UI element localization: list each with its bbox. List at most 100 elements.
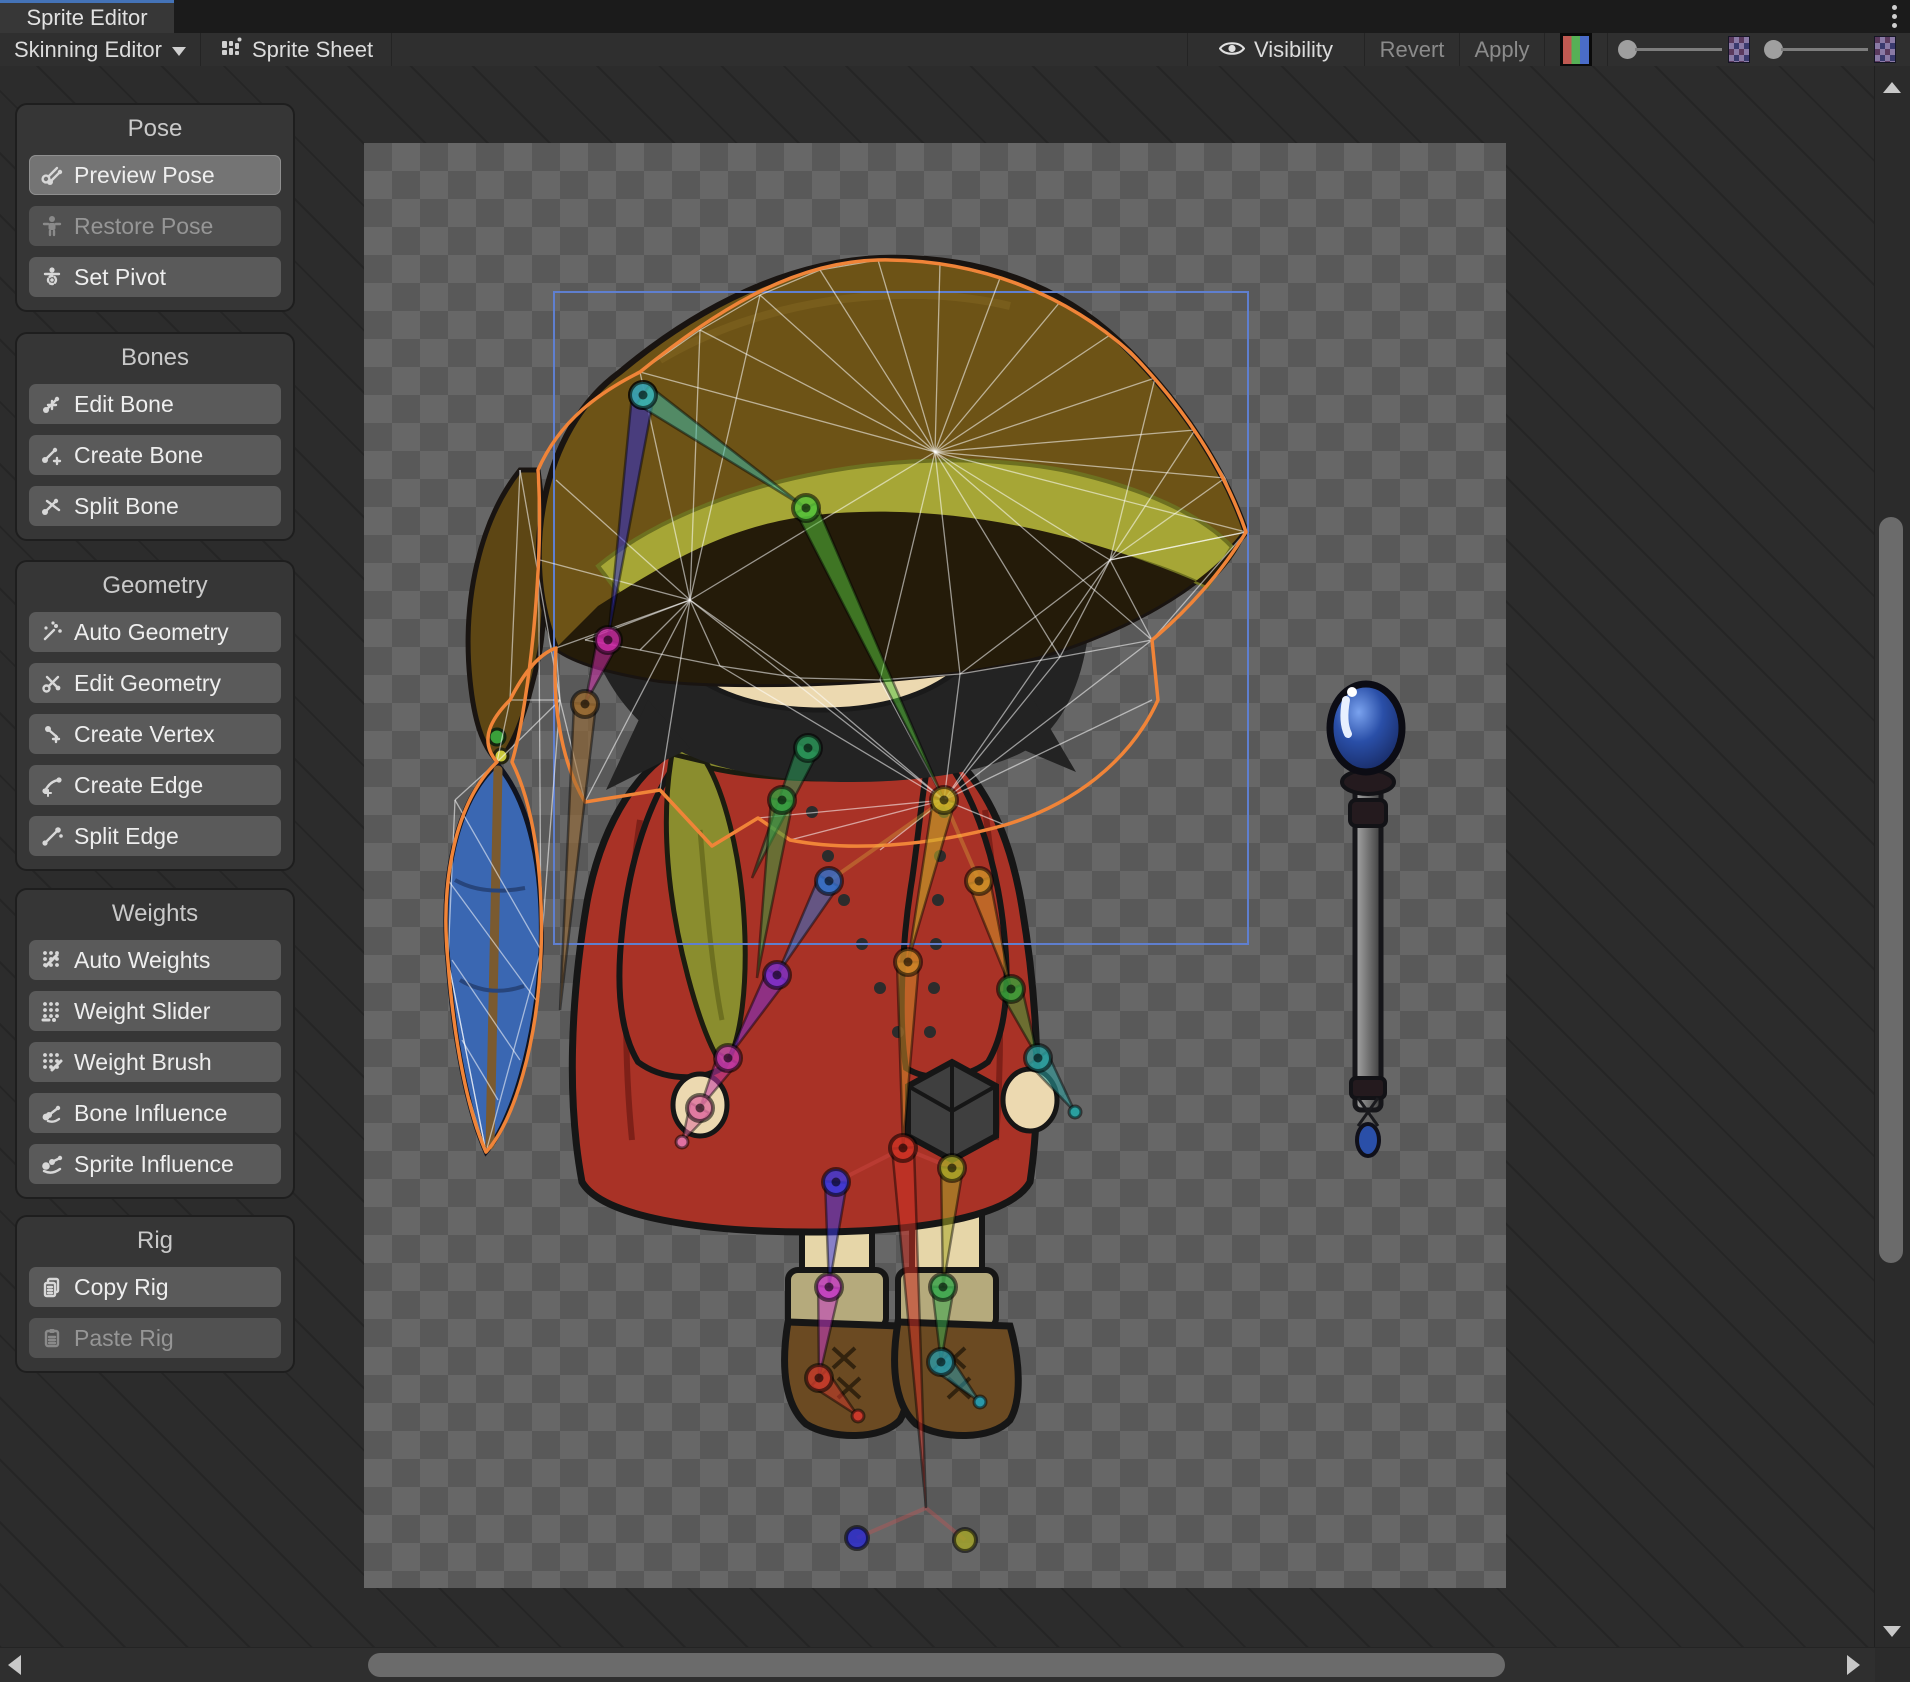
auto-geometry-icon	[39, 619, 65, 645]
auto-weights-icon	[39, 947, 65, 973]
mesh-opacity-slider[interactable]	[1764, 40, 1868, 59]
button-label: Bone Influence	[74, 1100, 227, 1127]
panel-title: Rig	[29, 1227, 281, 1255]
restore-pose-icon	[39, 213, 65, 239]
button-label: Set Pivot	[74, 264, 166, 291]
panel-weights: Weights Auto Weights Weight Slider Weight B…	[15, 888, 295, 1199]
create-edge-button[interactable]: Create Edge	[29, 765, 281, 805]
visibility-label: Visibility	[1254, 37, 1333, 63]
bone-influence-icon	[39, 1100, 65, 1126]
auto-geometry-button[interactable]: Auto Geometry	[29, 612, 281, 652]
sprite-influence-icon	[39, 1151, 65, 1177]
split-edge-icon	[39, 823, 65, 849]
panel-bones: Bones Edit Bone Create Bone Split Bone	[15, 332, 295, 541]
kebab-menu-icon[interactable]	[1890, 5, 1898, 28]
weight-brush-icon	[39, 1049, 65, 1075]
auto-weights-button[interactable]: Auto Weights	[29, 940, 281, 980]
button-label: Create Edge	[74, 772, 203, 799]
panel-rig: Rig Copy Rig Paste Rig	[15, 1215, 295, 1373]
button-label: Preview Pose	[74, 162, 215, 189]
tab-bar: Sprite Editor	[0, 0, 1910, 33]
canvas-area: Pose Preview Pose Restore Pose Set Pivot Bon…	[0, 66, 1910, 1648]
bone-opacity-slider[interactable]	[1618, 40, 1722, 59]
eye-icon	[1219, 37, 1245, 63]
tab-title: Sprite Editor	[26, 5, 147, 31]
skinning-editor-dropdown[interactable]: Skinning Editor	[0, 33, 200, 66]
bone-influence-button[interactable]: Bone Influence	[29, 1093, 281, 1133]
toolbar: Skinning Editor Sprite Sheet Visibility	[0, 33, 1910, 67]
preview-pose-button[interactable]: Preview Pose	[29, 155, 281, 195]
sprite-sheet-grid-icon	[219, 35, 243, 65]
paste-rig-icon	[39, 1325, 65, 1351]
create-bone-icon	[39, 442, 65, 468]
split-edge-button[interactable]: Split Edge	[29, 816, 281, 856]
button-label: Weight Brush	[74, 1049, 212, 1076]
create-vertex-icon	[39, 721, 65, 747]
opacity-sliders	[1608, 33, 1910, 66]
slider-track[interactable]	[1781, 48, 1868, 51]
panel-title: Pose	[29, 115, 281, 143]
scroll-left-icon[interactable]	[8, 1655, 21, 1675]
horizontal-scrollbar[interactable]	[0, 1647, 1910, 1682]
copy-rig-button[interactable]: Copy Rig	[29, 1267, 281, 1307]
rgb-swatch-icon[interactable]	[1560, 33, 1592, 67]
bone-opacity-checker-icon	[1728, 36, 1750, 63]
panel-pose: Pose Preview Pose Restore Pose Set Pivot	[15, 103, 295, 312]
split-bone-icon	[39, 493, 65, 519]
create-vertex-button[interactable]: Create Vertex	[29, 714, 281, 754]
sprite-influence-button[interactable]: Sprite Influence	[29, 1144, 281, 1184]
set-pivot-button[interactable]: Set Pivot	[29, 257, 281, 297]
edit-bone-icon	[39, 391, 65, 417]
button-label: Split Edge	[74, 823, 179, 850]
panel-title: Weights	[29, 900, 281, 928]
weight-slider-button[interactable]: Weight Slider	[29, 991, 281, 1031]
copy-rig-icon	[39, 1274, 65, 1300]
sprite-sheet-button[interactable]: Sprite Sheet	[201, 33, 391, 66]
button-label: Split Bone	[74, 493, 179, 520]
sprite-sheet-label: Sprite Sheet	[252, 37, 373, 63]
edit-geometry-icon	[39, 670, 65, 696]
split-bone-button[interactable]: Split Bone	[29, 486, 281, 526]
panel-title: Geometry	[29, 572, 281, 600]
scroll-down-icon[interactable]	[1883, 1626, 1901, 1637]
button-label: Edit Bone	[74, 391, 174, 418]
set-pivot-icon	[39, 264, 65, 290]
create-edge-icon	[39, 772, 65, 798]
button-label: Auto Geometry	[74, 619, 229, 646]
chevron-down-icon	[172, 47, 186, 56]
button-label: Auto Weights	[74, 947, 210, 974]
preview-pose-icon	[39, 162, 65, 188]
weight-brush-button[interactable]: Weight Brush	[29, 1042, 281, 1082]
button-label: Create Vertex	[74, 721, 215, 748]
restore-pose-button: Restore Pose	[29, 206, 281, 246]
button-label: Weight Slider	[74, 998, 210, 1025]
horizontal-scroll-thumb[interactable]	[368, 1653, 1505, 1677]
button-label: Create Bone	[74, 442, 203, 469]
scroll-up-icon[interactable]	[1883, 82, 1901, 93]
button-label: Edit Geometry	[74, 670, 221, 697]
edit-bone-button[interactable]: Edit Bone	[29, 384, 281, 424]
visibility-button[interactable]: Visibility	[1188, 33, 1364, 66]
button-label: Sprite Influence	[74, 1151, 234, 1178]
tab-sprite-editor[interactable]: Sprite Editor	[0, 0, 174, 33]
color-swatch-cell	[1545, 33, 1607, 66]
mesh-opacity-checker-icon	[1874, 36, 1896, 63]
weight-slider-icon	[39, 998, 65, 1024]
sprite-editor-window: Sprite Editor Skinning Editor Sprite She…	[0, 0, 1910, 1682]
paste-rig-button: Paste Rig	[29, 1318, 281, 1358]
slider-track[interactable]	[1635, 48, 1722, 51]
button-label: Paste Rig	[74, 1325, 174, 1352]
scrollbar-corner	[1875, 1648, 1910, 1682]
apply-button[interactable]: Apply	[1460, 33, 1544, 66]
panel-geometry: Geometry Auto Geometry Edit Geometry Create…	[15, 560, 295, 871]
vertical-scrollbar[interactable]	[1874, 66, 1910, 1648]
toolbar-spacer	[392, 33, 1187, 66]
edit-geometry-button[interactable]: Edit Geometry	[29, 663, 281, 703]
create-bone-button[interactable]: Create Bone	[29, 435, 281, 475]
revert-button[interactable]: Revert	[1365, 33, 1459, 66]
panel-title: Bones	[29, 344, 281, 372]
button-label: Restore Pose	[74, 213, 213, 240]
scroll-right-icon[interactable]	[1847, 1655, 1860, 1675]
vertical-scroll-thumb[interactable]	[1879, 517, 1903, 1263]
skinning-editor-label: Skinning Editor	[14, 37, 162, 63]
